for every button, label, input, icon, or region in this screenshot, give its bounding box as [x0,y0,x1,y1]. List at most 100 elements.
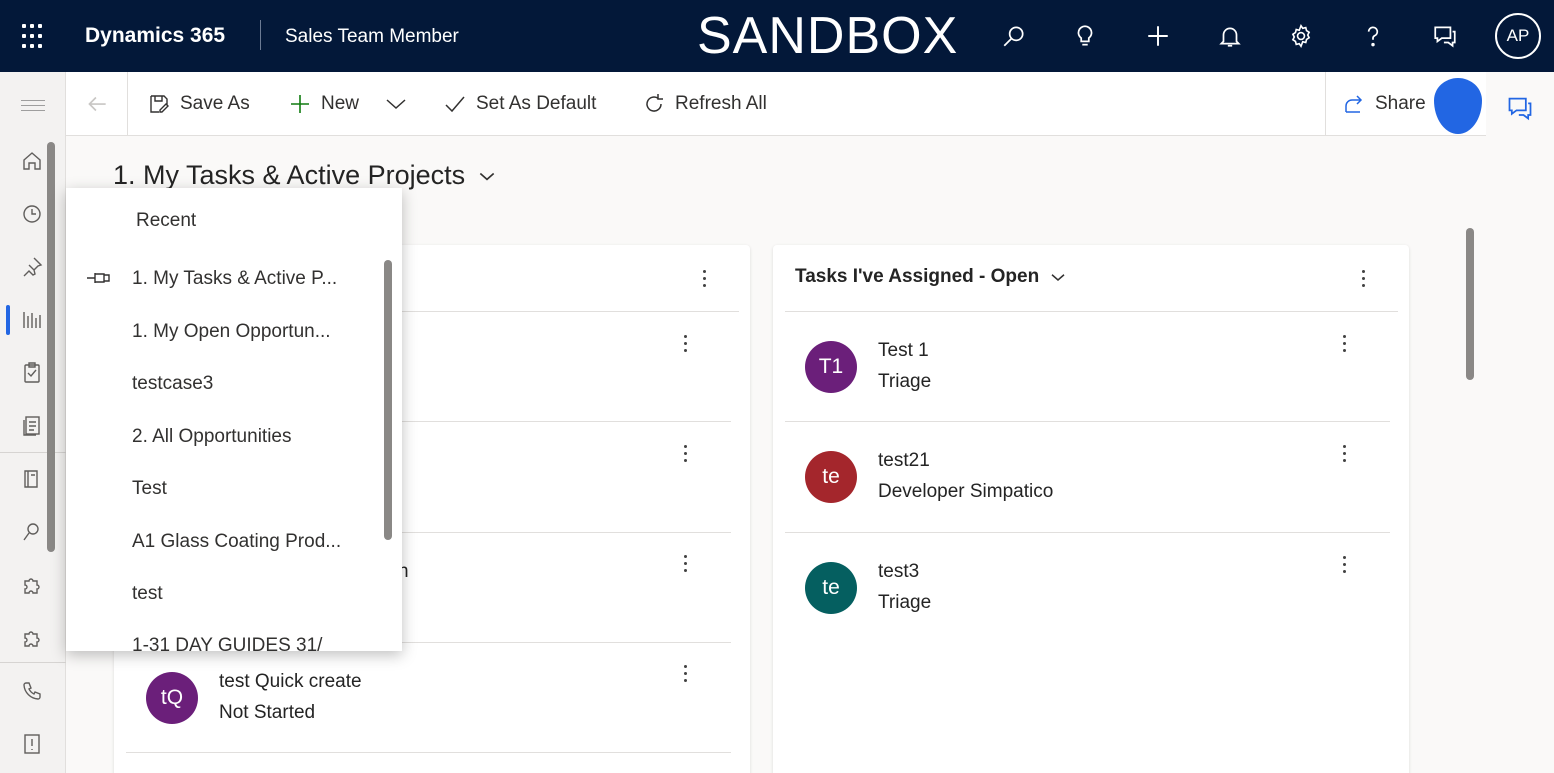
recent-item[interactable]: 1. My Tasks & Active P... [132,268,337,290]
save-as-button[interactable]: Save As [147,90,250,118]
refresh-all-label: Refresh All [675,93,767,114]
avatar: tQ [146,672,198,724]
share-icon [1345,95,1363,113]
plus-icon [291,95,309,113]
plus-icon[interactable] [1143,20,1173,52]
help-icon[interactable] [1358,20,1388,52]
refresh-all-button[interactable]: Refresh All [642,90,767,118]
list-item[interactable]: te test3 Triage [785,532,1390,642]
nav-selected-indicator [6,305,10,335]
more-options-icon[interactable] [694,264,714,292]
list-item[interactable]: te test21 Developer Simpatico [785,421,1390,531]
row-more-icon[interactable] [1334,439,1354,467]
new-button[interactable]: New [288,90,359,118]
share-button[interactable]: Share [1342,90,1426,118]
avatar: T1 [805,341,857,393]
page-title-text: 1. My Tasks & Active Projects [113,160,466,190]
tasks-icon[interactable] [20,361,44,385]
nav-scrollbar[interactable] [47,142,55,552]
row-title[interactable]: test3 [878,561,919,583]
puzzle-icon[interactable] [20,626,44,650]
nav-separator [0,662,66,663]
pin-icon[interactable] [86,268,112,288]
save-as-icon [150,95,169,113]
list-item[interactable]: tQ test Quick create Not Started [126,642,731,752]
book-icon[interactable] [20,467,44,491]
nav-separator [0,452,66,453]
checkmark-icon [445,96,465,113]
row-title[interactable]: Test 1 [878,340,929,362]
alert-document-icon[interactable] [20,732,44,756]
share-label: Share [1375,93,1426,114]
set-default-label: Set As Default [476,93,597,114]
chevron-down-icon [386,99,406,110]
flyout-scrollbar[interactable] [384,260,392,540]
recent-title: Recent [136,210,197,231]
tasks-assigned-card: Tasks I've Assigned - Open T1 Test 1 Tri… [773,245,1409,773]
row-title[interactable]: test Quick create [219,671,362,693]
row-subtitle: Triage [878,371,932,392]
avatar: te [805,562,857,614]
recent-item[interactable]: Test [132,478,167,500]
main-scrollbar[interactable] [1466,228,1474,380]
row-subtitle: Developer Simpatico [878,481,1054,502]
hamburger-icon[interactable] [21,100,45,115]
chat-panel-icon[interactable] [1506,94,1534,122]
gear-icon[interactable] [1286,20,1316,52]
row-more-icon[interactable] [675,549,695,577]
recent-item[interactable]: 2. All Opportunities [132,426,291,448]
row-more-icon[interactable] [675,659,695,687]
chevron-down-icon [1051,274,1065,281]
row-subtitle: Triage [878,592,932,613]
more-options-icon[interactable] [1353,264,1373,292]
row-more-icon[interactable] [675,439,695,467]
row-more-icon[interactable] [1334,329,1354,357]
lightbulb-icon[interactable] [1070,20,1100,52]
command-bar: Save As New Set As Default Refresh All S… [66,72,1486,136]
home-icon[interactable] [20,149,44,173]
share-divider [1325,72,1326,136]
row-subtitle: Not Started [219,702,316,723]
row-more-icon[interactable] [1334,550,1354,578]
new-label: New [321,93,360,114]
avatar: te [805,451,857,503]
app-launcher-icon[interactable] [22,24,48,50]
puzzle-icon[interactable] [20,573,44,597]
recent-flyout: Recent 1. My Tasks & Active P... 1. My O… [66,188,402,651]
set-default-button[interactable]: Set As Default [443,90,596,118]
pin-icon[interactable] [20,255,44,279]
top-bar: Dynamics 365 Sales Team Member SANDBOX A… [0,0,1554,72]
card-title[interactable]: Tasks I've Assigned - Open [795,266,1067,288]
refresh-icon [646,94,663,112]
recent-icon[interactable] [20,202,44,226]
recent-item[interactable]: A1 Glass Coating Prod... [132,531,341,553]
row-title[interactable]: test21 [878,450,930,472]
chat-icon[interactable] [1430,20,1460,52]
environment-label: SANDBOX [697,7,959,65]
phone-icon[interactable] [20,679,44,703]
list-item[interactable]: T1 Test 1 Triage [785,311,1390,421]
left-navigation [0,72,66,773]
recent-item[interactable]: test [132,583,163,605]
recent-item[interactable]: testcase3 [132,373,213,395]
page-title[interactable]: 1. My Tasks & Active Projects [113,160,497,191]
card-title-text: Tasks I've Assigned - Open [795,266,1040,287]
back-button[interactable] [66,72,128,136]
user-avatar[interactable]: AP [1495,13,1541,59]
app-name[interactable]: Dynamics 365 [85,24,225,48]
save-as-label: Save As [180,93,250,114]
search-icon[interactable] [999,20,1029,52]
recent-item[interactable]: 1. My Open Opportun... [132,321,331,343]
documents-icon[interactable] [20,414,44,438]
divider [126,752,731,753]
app-area-name[interactable]: Sales Team Member [285,26,459,48]
chevron-down-icon [479,172,495,180]
bell-icon[interactable] [1215,20,1245,52]
header-divider [260,20,261,50]
arrow-left-icon [87,96,106,112]
new-dropdown-button[interactable] [384,90,417,118]
recent-item[interactable]: 1-31 DAY GUIDES 31/ [132,635,322,651]
dashboard-icon[interactable] [20,308,44,332]
row-more-icon[interactable] [675,329,695,357]
contact-icon[interactable] [20,520,44,544]
